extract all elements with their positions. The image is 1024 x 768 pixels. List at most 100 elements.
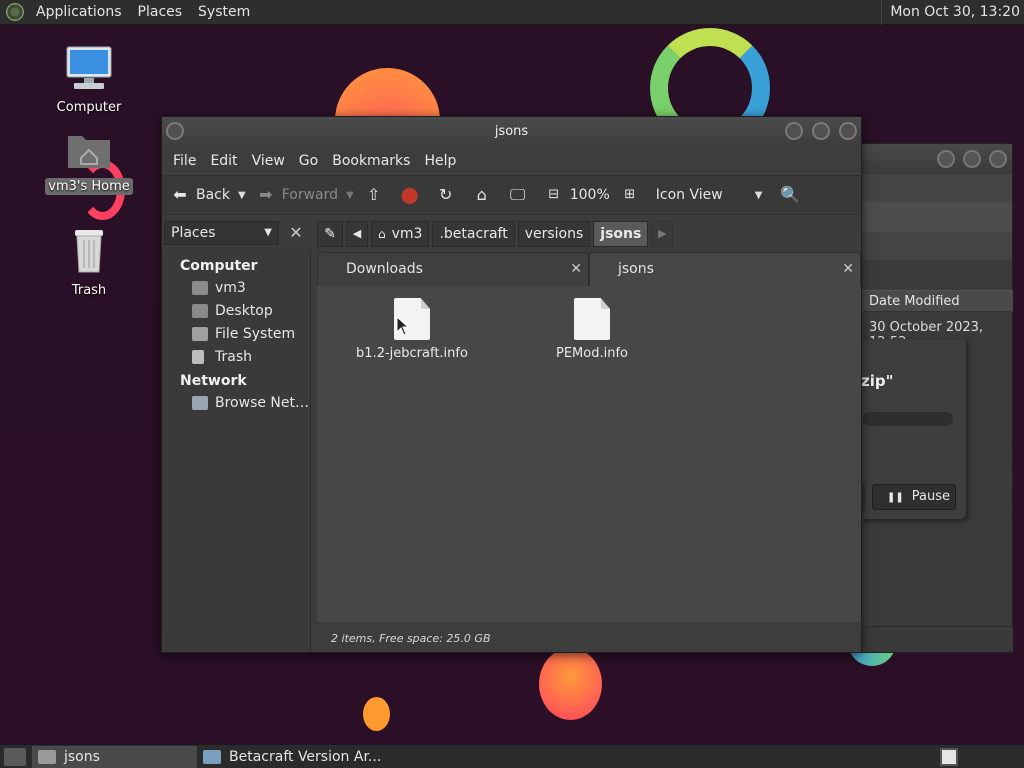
desktop-icon-home[interactable]: vm3's Home: [44, 128, 134, 195]
drive-icon: [192, 327, 208, 341]
close-tab-icon[interactable]: ✕: [842, 253, 854, 285]
workspace-switcher[interactable]: [940, 747, 958, 766]
view-mode-select[interactable]: Icon View ▼: [656, 187, 763, 203]
search-button[interactable]: 🔍: [780, 185, 806, 205]
home-icon: ⌂: [476, 185, 487, 204]
zoom-in-button[interactable]: ⊞: [620, 185, 646, 205]
menu-places[interactable]: Places: [130, 0, 191, 25]
breadcrumb-versions[interactable]: versions: [517, 221, 591, 247]
desktop-icon-computer[interactable]: Computer: [44, 45, 134, 116]
chevron-down-icon: ▼: [754, 189, 763, 201]
tab-label: Downloads: [346, 261, 423, 277]
forward-history-dropdown-icon[interactable]: ▼: [346, 190, 354, 201]
close-sidebar-icon[interactable]: ✕: [285, 222, 307, 244]
up-button[interactable]: ⇧: [364, 185, 390, 205]
file-item[interactable]: b1.2-jebcraft.info: [347, 298, 477, 361]
breadcrumb-vm3[interactable]: ⌂ vm3: [371, 221, 430, 247]
minimize-button[interactable]: [785, 122, 803, 140]
maximize-button[interactable]: [963, 150, 981, 168]
menu-go[interactable]: Go: [292, 153, 325, 169]
window-title: jsons: [494, 124, 529, 139]
home-icon: ⌂: [378, 227, 386, 241]
toggle-location-entry-button[interactable]: ✎: [317, 221, 343, 247]
tab-downloads[interactable]: Downloads ✕: [317, 252, 589, 286]
minimize-button[interactable]: [937, 150, 955, 168]
sidebar-type-select[interactable]: Places ▼: [164, 221, 279, 245]
sidebar-item-trash[interactable]: Trash: [164, 346, 310, 369]
clock[interactable]: Mon Oct 30, 13:20: [881, 0, 1024, 25]
home-folder-icon: [44, 128, 134, 174]
chevron-down-icon: ▼: [264, 227, 272, 238]
pause-label: Pause: [911, 489, 950, 504]
maximize-button[interactable]: [812, 122, 830, 140]
stop-button[interactable]: ⬤: [400, 185, 426, 205]
background-window[interactable]: Date Modified 30 October 2023, 12:52 zip…: [860, 143, 1013, 653]
zoom-out-button[interactable]: ⊟ 100%: [544, 185, 609, 205]
menu-bookmarks[interactable]: Bookmarks: [325, 153, 417, 169]
sidebar: Computer vm3 Desktop File System Trash N…: [164, 250, 311, 652]
breadcrumb-jsons[interactable]: jsons: [593, 221, 649, 247]
tab-bar: Downloads ✕ jsons ✕: [317, 252, 861, 286]
window-menu-button[interactable]: [166, 122, 184, 140]
tab-jsons[interactable]: jsons ✕: [589, 252, 861, 286]
bg-window-titlebar[interactable]: [861, 144, 1012, 174]
window-titlebar[interactable]: jsons: [162, 117, 861, 146]
sidebar-item-label: Trash: [215, 349, 252, 365]
forward-label: Forward: [281, 187, 339, 203]
sidebar-item-file-system[interactable]: File System: [164, 323, 310, 346]
show-desktop-icon[interactable]: [4, 747, 26, 766]
taskbar-item-jsons[interactable]: jsons: [32, 745, 197, 768]
menu-system[interactable]: System: [190, 0, 258, 25]
status-bar: 2 items, Free space: 25.0 GB: [317, 626, 861, 652]
dialog-filename-text: zip": [861, 372, 894, 390]
sidebar-section-computer: Computer: [180, 258, 258, 274]
breadcrumb-betacraft[interactable]: .betacraft: [432, 221, 515, 247]
application-icon: [203, 749, 221, 764]
pause-button[interactable]: ❚❚ Pause: [872, 484, 956, 510]
file-name: PEMod.info: [556, 346, 628, 361]
menu-help[interactable]: Help: [417, 153, 463, 169]
file-item[interactable]: PEMod.info: [527, 298, 657, 361]
menu-applications[interactable]: Applications: [28, 0, 130, 25]
breadcrumb-scroll-left-button[interactable]: ◀: [346, 221, 368, 247]
sidebar-type-value: Places: [171, 225, 216, 241]
taskbar-item-betacraft[interactable]: Betacraft Version Ar...: [197, 746, 387, 768]
home-button[interactable]: ⌂: [472, 185, 498, 205]
progress-bar: [863, 412, 953, 426]
close-button[interactable]: [839, 122, 857, 140]
back-button[interactable]: ⬅ Back ▼: [170, 185, 246, 205]
close-button[interactable]: [989, 150, 1007, 168]
desktop-icon-label: Trash: [71, 283, 107, 298]
close-tab-icon[interactable]: ✕: [570, 253, 582, 285]
distro-logo-icon[interactable]: [6, 3, 24, 21]
menu-edit[interactable]: Edit: [203, 153, 244, 169]
reload-button[interactable]: ↻: [436, 185, 462, 205]
file-manager-window[interactable]: jsons File Edit View Go Bookmarks Help ⬅…: [161, 116, 862, 653]
pause-icon: ❚❚: [887, 492, 904, 503]
desktop-icon-label: vm3's Home: [45, 178, 133, 195]
trash-icon: [192, 350, 204, 364]
breadcrumb-label: vm3: [391, 226, 423, 242]
search-icon: 🔍: [780, 185, 801, 204]
forward-arrow-icon: ➡: [259, 185, 273, 204]
menu-file[interactable]: File: [166, 153, 203, 169]
sidebar-item-vm3[interactable]: vm3: [164, 277, 310, 300]
breadcrumb: ✎ ◀ ⌂ vm3 .betacraft versions jsons ▶: [317, 220, 857, 248]
column-header-date-modified[interactable]: Date Modified: [861, 290, 1013, 312]
sidebar-item-desktop[interactable]: Desktop: [164, 300, 310, 323]
menu-view[interactable]: View: [245, 153, 292, 169]
toolbar: ⬅ Back ▼ ➡ Forward ▼ ⇧ ⬤ ↻ ⌂ 🖵 ⊟ 100% ⊞: [162, 175, 861, 215]
taskbar-item-label: Betacraft Version Ar...: [229, 748, 382, 765]
sidebar-item-browse-network[interactable]: Browse Net…: [164, 392, 310, 415]
home-folder-icon: [192, 281, 208, 295]
back-history-dropdown-icon[interactable]: ▼: [238, 190, 246, 201]
desktop-icon-trash[interactable]: Trash: [44, 226, 134, 299]
sidebar-item-label: File System: [215, 326, 296, 342]
file-view[interactable]: b1.2-jebcraft.info PEMod.info: [317, 286, 861, 622]
forward-button[interactable]: ➡ Forward ▼: [256, 185, 354, 205]
chevron-right-icon: ▶: [658, 227, 667, 240]
breadcrumb-scroll-right-button[interactable]: ▶: [651, 221, 674, 247]
zoom-in-icon: ⊞: [624, 187, 636, 202]
back-label: Back: [196, 187, 230, 203]
computer-button[interactable]: 🖵: [508, 185, 534, 205]
